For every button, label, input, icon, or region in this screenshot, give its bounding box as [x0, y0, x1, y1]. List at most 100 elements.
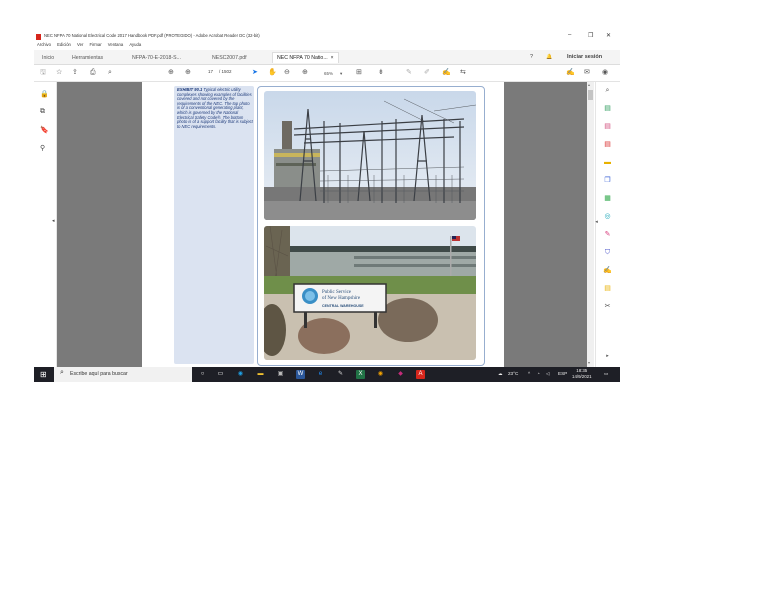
tab-home[interactable]: Inicio: [38, 53, 58, 63]
file-explorer-icon[interactable]: ▬: [256, 370, 265, 379]
page-number-input[interactable]: 17: [208, 69, 213, 74]
pdf-page: EXHIBIT 90.1 Typical electric utility co…: [142, 82, 504, 367]
maximize-button[interactable]: ❐: [588, 32, 593, 39]
menu-ver[interactable]: Ver: [77, 42, 83, 47]
zoom-in-icon[interactable]: ⊕: [302, 68, 308, 78]
windows-start-icon[interactable]: ⊞: [40, 370, 47, 379]
tab-tools[interactable]: Herramientas: [68, 53, 107, 63]
document-view[interactable]: EXHIBIT 90.1 Typical electric utility co…: [57, 82, 587, 367]
next-page-icon[interactable]: ⊕: [185, 68, 191, 78]
previous-page-icon[interactable]: ⊕: [168, 68, 174, 78]
volume-icon[interactable]: ◁: [546, 371, 550, 377]
generating-plant-photo: [264, 91, 476, 220]
select-cursor-icon[interactable]: ➤: [252, 68, 258, 78]
create-pdf-icon[interactable]: ▤: [603, 122, 612, 131]
fill-sign-icon[interactable]: ✍: [566, 68, 575, 78]
weather-temperature[interactable]: 23°C: [508, 371, 518, 376]
scroll-down-icon[interactable]: ▾: [588, 360, 590, 365]
help-icon[interactable]: ?: [530, 52, 533, 62]
close-button[interactable]: ✕: [606, 32, 611, 39]
app-icon[interactable]: ✎: [336, 370, 345, 379]
sign-text-line2: of New Hampshire: [322, 296, 361, 301]
account-icon[interactable]: ◉: [602, 68, 608, 78]
combine-files-icon[interactable]: ❐: [603, 176, 612, 185]
excel-icon[interactable]: X: [356, 370, 365, 379]
protect-shield-icon[interactable]: ⛉: [603, 248, 612, 257]
tray-chevron-icon[interactable]: ^: [528, 371, 530, 376]
menu-firmar[interactable]: Firmar: [90, 42, 102, 47]
teams-icon[interactable]: ◆: [396, 370, 405, 379]
print-icon[interactable]: ⎙: [90, 68, 96, 78]
title-bar: NEC NFPA 70 National Electrical Code 201…: [34, 32, 620, 42]
notifications-bell-icon[interactable]: 🔔: [546, 52, 552, 62]
store-icon[interactable]: ▣: [276, 370, 285, 379]
minimize-button[interactable]: –: [568, 32, 571, 38]
lock-icon[interactable]: 🔒: [40, 90, 49, 98]
clock-date: 14/9/2021: [572, 374, 592, 379]
taskbar-search-placeholder: Escribe aquí para buscar: [70, 371, 128, 377]
weather-cloud-icon[interactable]: ☁: [498, 371, 503, 377]
edit-pdf-icon[interactable]: ▤: [603, 140, 612, 149]
task-view-icon[interactable]: ▭: [216, 370, 225, 379]
fit-page-icon[interactable]: ⊞: [356, 68, 362, 78]
menu-ayuda[interactable]: Ayuda: [129, 42, 141, 47]
windows-taskbar: ⊞ ⌕ Escribe aquí para buscar ○ ▭ ◉ ▬ ▣ W…: [34, 367, 620, 382]
menu-ventana[interactable]: Ventana: [108, 42, 123, 47]
menu-edicion[interactable]: Edición: [57, 42, 71, 47]
comment-icon[interactable]: ✎: [406, 68, 412, 78]
zoom-level-select[interactable]: 65%: [324, 69, 333, 79]
internet-explorer-icon[interactable]: e: [316, 370, 325, 379]
comment-tool-icon[interactable]: ▬: [603, 158, 612, 167]
network-icon[interactable]: ◔: [537, 371, 540, 376]
expand-panel-icon[interactable]: ▸: [603, 352, 612, 361]
collapse-left-panel-icon[interactable]: ◂: [52, 218, 55, 224]
central-warehouse-photo: Public Service of New Hampshire CENTRAL …: [264, 226, 476, 360]
notifications-icon[interactable]: ▭: [604, 371, 608, 377]
scroll-mode-icon[interactable]: ⇟: [378, 68, 384, 78]
acrobat-taskbar-icon[interactable]: A: [416, 370, 425, 379]
cortana-icon[interactable]: ○: [198, 370, 207, 379]
tab-doc-nec-active[interactable]: NEC NFPA 70 Natio... ×: [272, 52, 339, 63]
send-for-review-icon[interactable]: ▤: [603, 284, 612, 293]
draw-signature-icon[interactable]: ✍: [442, 68, 451, 78]
zoom-out-icon[interactable]: ⊖: [284, 68, 290, 78]
hand-tool-icon[interactable]: ✋: [268, 68, 277, 78]
page-thumbnails-icon[interactable]: ⧉: [40, 108, 45, 116]
tab-doc-nfpa70e[interactable]: NFPA-70-E-2018-S...: [128, 53, 185, 63]
search-icon: ⌕: [60, 369, 64, 376]
zoom-dropdown-icon[interactable]: ▾: [340, 69, 342, 79]
email-icon[interactable]: ✉: [584, 68, 590, 78]
export-pdf-icon[interactable]: ▤: [603, 104, 612, 113]
input-language[interactable]: ESP: [558, 371, 567, 376]
exhibit-caption: EXHIBIT 90.1 Typical electric utility co…: [177, 87, 253, 129]
caption-column: EXHIBIT 90.1 Typical electric utility co…: [174, 86, 254, 364]
bookmark-star-icon[interactable]: ☆: [56, 68, 62, 78]
chrome-icon[interactable]: ◉: [376, 370, 385, 379]
find-icon[interactable]: ⌕: [603, 86, 612, 95]
organize-pages-icon[interactable]: ▦: [603, 194, 612, 203]
tab-close-icon[interactable]: ×: [331, 55, 334, 61]
highlight-icon[interactable]: ✐: [424, 68, 430, 78]
scroll-up-icon[interactable]: ▴: [588, 82, 590, 87]
zoom-search-icon[interactable]: ⌕: [108, 68, 112, 78]
taskbar-clock[interactable]: 18:35 14/9/2021: [572, 368, 592, 380]
upload-cloud-icon[interactable]: ⇪: [72, 68, 78, 78]
tab-doc-nesc2007[interactable]: NESC2007.pdf: [208, 53, 251, 63]
word-icon[interactable]: W: [296, 370, 305, 379]
page-total: / 1502: [219, 69, 232, 74]
sign-text-line3: CENTRAL WAREHOUSE: [322, 304, 364, 308]
scrollbar-thumb[interactable]: [588, 90, 593, 100]
more-tools-icon[interactable]: ✂: [603, 302, 612, 311]
attachment-icon[interactable]: ⚲: [40, 144, 45, 152]
collapse-right-panel-icon[interactable]: ◂: [592, 218, 601, 227]
bookmark-icon[interactable]: 🔖: [40, 126, 49, 134]
scan-ocr-icon[interactable]: ◎: [603, 212, 612, 221]
request-signature-icon[interactable]: ✍: [603, 266, 612, 275]
sign-in-link[interactable]: Iniciar sesión: [567, 52, 602, 62]
edge-icon[interactable]: ◉: [236, 370, 245, 379]
menu-archivo[interactable]: Archivo: [37, 42, 51, 47]
taskbar-search-box[interactable]: ⌕ Escribe aquí para buscar: [54, 367, 192, 382]
save-icon[interactable]: 🖫: [40, 68, 46, 78]
fill-sign-tool-icon[interactable]: ✎: [603, 230, 612, 239]
share-link-icon[interactable]: ⇆: [460, 68, 466, 78]
